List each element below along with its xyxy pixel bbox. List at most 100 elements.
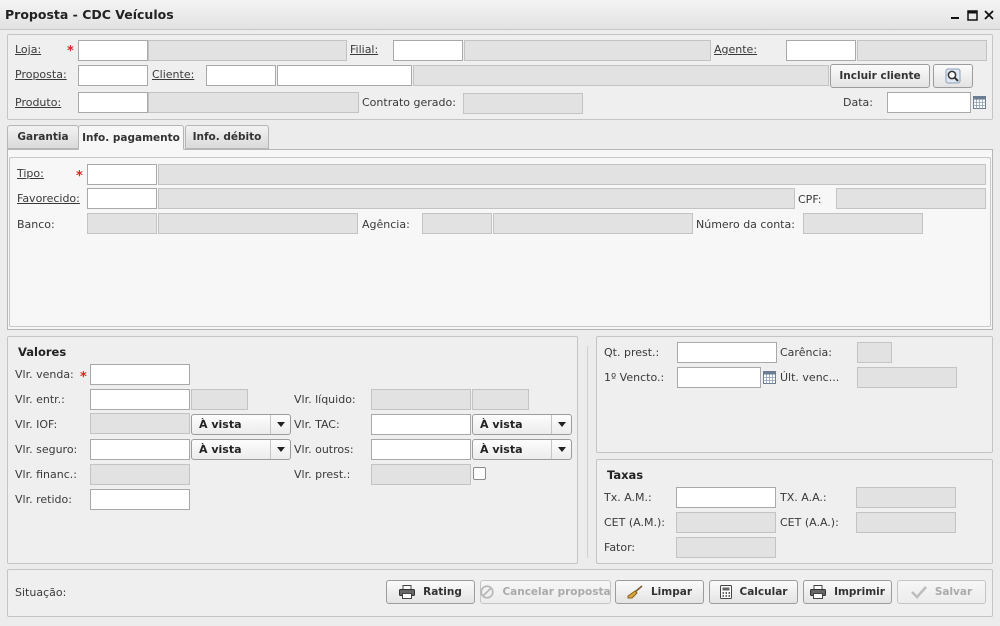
- calculator-icon: [719, 585, 732, 599]
- agente-code-input[interactable]: [786, 40, 856, 61]
- data-input[interactable]: [887, 92, 971, 113]
- chevron-down-icon: [551, 440, 571, 459]
- printer-icon: [810, 585, 827, 599]
- seguro-payment-select[interactable]: À vista: [191, 439, 291, 460]
- tab-info-debito-label: Info. débito: [192, 131, 262, 143]
- tab-garantia[interactable]: Garantia: [7, 125, 79, 149]
- vlr-financ-field: [90, 464, 190, 485]
- tab-info-pagamento[interactable]: Info. pagamento: [78, 125, 184, 150]
- numero-conta-label: Número da conta:: [696, 218, 795, 231]
- tab-info-pagamento-label: Info. pagamento: [82, 131, 180, 144]
- search-client-button[interactable]: [933, 64, 973, 88]
- tac-select-value: À vista: [480, 418, 523, 431]
- produto-code-input[interactable]: [78, 92, 148, 113]
- tab-info-debito[interactable]: Info. débito: [185, 125, 269, 149]
- situacao-label: Situação:: [15, 586, 67, 599]
- incluir-cliente-button[interactable]: Incluir cliente: [830, 64, 930, 88]
- imprimir-button[interactable]: Imprimir: [803, 580, 892, 604]
- calcular-button[interactable]: Calcular: [709, 580, 798, 604]
- vlr-prest-checkbox[interactable]: [473, 467, 486, 480]
- broom-icon: [627, 585, 643, 599]
- chevron-down-icon: [270, 440, 290, 459]
- vlr-tac-input[interactable]: [371, 414, 471, 435]
- close-icon[interactable]: [980, 6, 998, 24]
- valores-title: Valores: [18, 345, 67, 359]
- vlr-prest-label: Vlr. prest.:: [294, 468, 351, 481]
- primeiro-vencto-input[interactable]: [677, 367, 761, 388]
- filial-code-input[interactable]: [393, 40, 463, 61]
- tipo-code-input[interactable]: [87, 164, 157, 185]
- salvar-button[interactable]: Salvar: [897, 580, 986, 604]
- data-label: Data:: [843, 96, 873, 109]
- produto-name-field: [148, 92, 359, 113]
- ult-venc-field: [857, 367, 957, 388]
- vlr-retido-input[interactable]: [90, 489, 190, 510]
- cet-am-label: CET (A.M.):: [604, 516, 665, 529]
- vlr-venda-label: Vlr. venda:: [15, 368, 74, 381]
- maximize-icon[interactable]: [963, 6, 981, 24]
- seguro-select-value: À vista: [199, 443, 242, 456]
- required-asterisk: *: [67, 44, 74, 59]
- outros-select-value: À vista: [480, 443, 523, 456]
- outros-payment-select[interactable]: À vista: [472, 439, 572, 460]
- vlr-tac-label: Vlr. TAC:: [294, 418, 340, 431]
- tx-aa-field: [856, 487, 956, 508]
- agencia-code-field: [422, 213, 492, 234]
- vlr-financ-label: Vlr. financ.:: [15, 468, 77, 481]
- magnifier-icon: [945, 68, 961, 84]
- cet-aa-field: [856, 512, 956, 533]
- vlr-entr-input[interactable]: [90, 389, 190, 410]
- cliente-code-input[interactable]: [206, 65, 276, 86]
- vlr-outros-label: Vlr. outros:: [294, 443, 354, 456]
- cliente-doc-input[interactable]: [277, 65, 412, 86]
- tab-garantia-label: Garantia: [17, 131, 69, 143]
- cancel-icon: [480, 585, 495, 599]
- qt-prest-input[interactable]: [677, 342, 777, 363]
- taxas-title: Taxas: [607, 468, 644, 482]
- filial-name-field: [464, 40, 711, 61]
- banco-label: Banco:: [17, 218, 55, 231]
- printer-icon: [399, 585, 416, 599]
- cpf-label: CPF:: [798, 193, 822, 206]
- favorecido-label: Favorecido:: [17, 192, 80, 205]
- calendar-icon[interactable]: [763, 371, 776, 384]
- window-title: Proposta - CDC Veículos: [5, 7, 174, 22]
- tx-aa-label: TX. A.A.:: [780, 491, 827, 504]
- vlr-seguro-label: Vlr. seguro:: [15, 443, 78, 456]
- tac-payment-select[interactable]: À vista: [472, 414, 572, 435]
- checkmark-icon: [910, 586, 927, 599]
- cet-am-field: [676, 512, 776, 533]
- vlr-liquido-label: Vlr. líquido:: [294, 393, 356, 406]
- banco-code-field: [87, 213, 157, 234]
- rating-button[interactable]: Rating: [386, 580, 475, 604]
- favorecido-code-input[interactable]: [87, 188, 157, 209]
- calendar-icon[interactable]: [973, 96, 986, 109]
- limpar-button[interactable]: Limpar: [615, 580, 704, 604]
- vlr-liquido-percent-field: [472, 389, 529, 410]
- vlr-seguro-input[interactable]: [90, 439, 190, 460]
- agente-label: Agente:: [714, 43, 758, 56]
- proposta-input[interactable]: [78, 65, 148, 86]
- iof-payment-select[interactable]: À vista: [191, 414, 291, 435]
- iof-select-value: À vista: [199, 418, 242, 431]
- favorecido-name-field: [158, 188, 795, 209]
- minimize-icon[interactable]: [946, 6, 964, 24]
- salvar-label: Salvar: [934, 586, 973, 598]
- tipo-name-field: [158, 164, 986, 185]
- vlr-retido-label: Vlr. retido:: [15, 493, 72, 506]
- vlr-iof-field: [90, 413, 190, 434]
- primeiro-vencto-label: 1º Vencto.:: [604, 371, 665, 384]
- contrato-gerado-label: Contrato gerado:: [362, 96, 456, 109]
- proposta-label: Proposta:: [15, 68, 67, 81]
- title-bar: Proposta - CDC Veículos: [0, 0, 1000, 30]
- cancelar-proposta-button[interactable]: Cancelar proposta: [480, 580, 611, 604]
- vlr-venda-input[interactable]: [90, 364, 190, 385]
- tx-am-input[interactable]: [676, 487, 776, 508]
- loja-code-input[interactable]: [78, 40, 148, 61]
- cpf-field: [836, 188, 986, 209]
- cliente-name-field: [413, 65, 829, 86]
- loja-label: Loja:: [15, 43, 42, 56]
- agente-name-field: [857, 40, 987, 61]
- vlr-outros-input[interactable]: [371, 439, 471, 460]
- vlr-liquido-field: [371, 389, 471, 410]
